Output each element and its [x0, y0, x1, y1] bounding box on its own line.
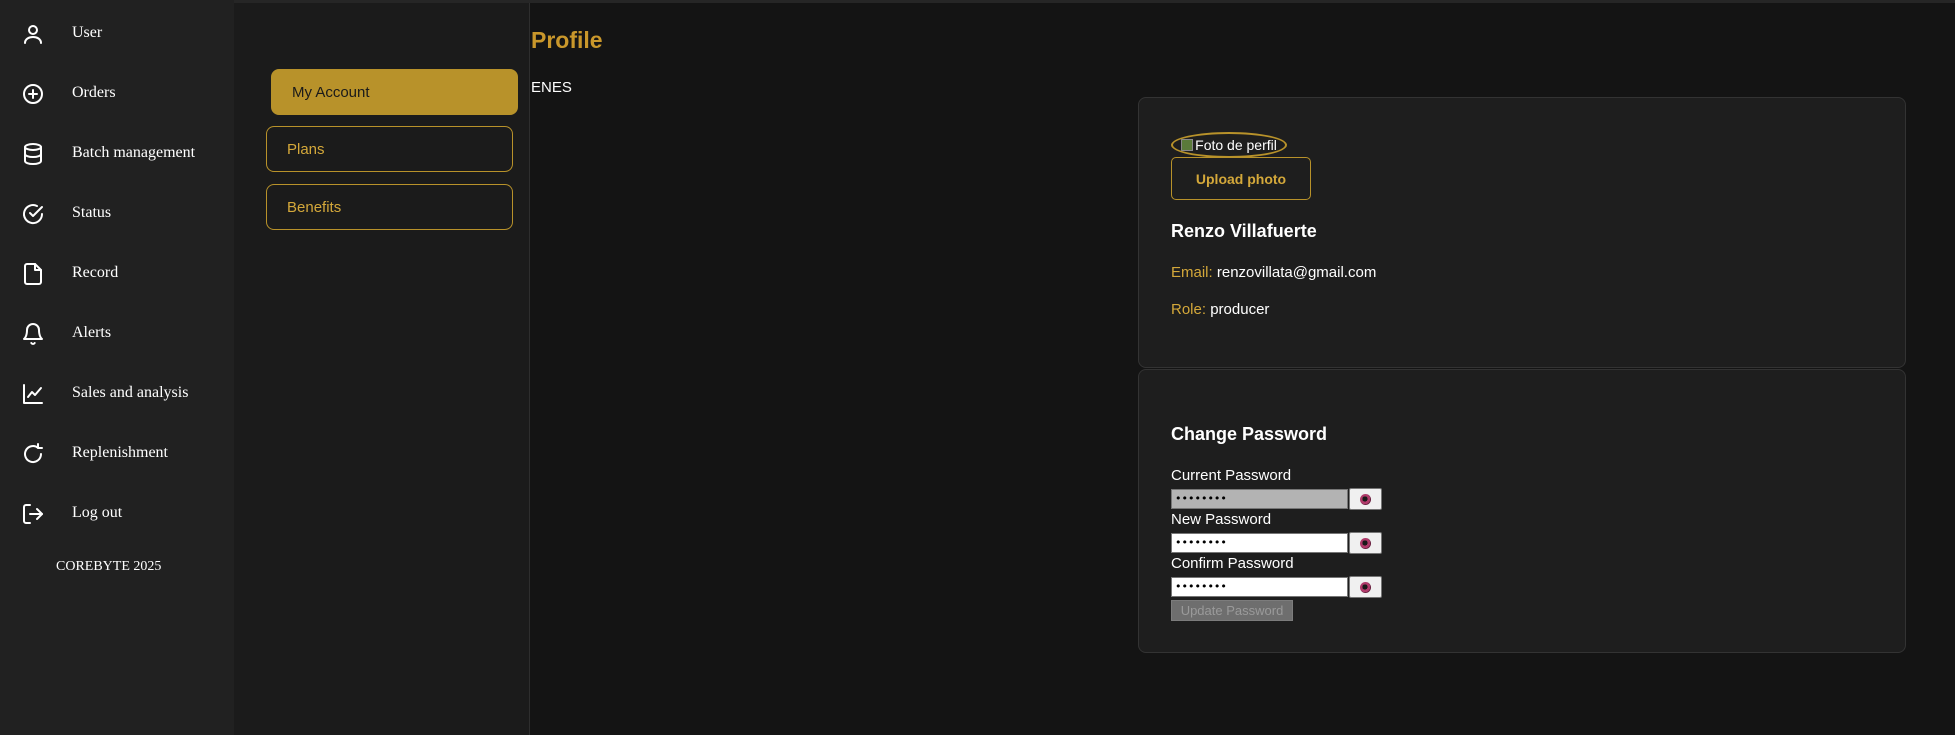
current-password-input[interactable]: ••••••••	[1171, 489, 1348, 509]
sidebar-item-record[interactable]: Record	[0, 251, 234, 295]
avatar: Foto de perfil	[1171, 132, 1287, 158]
sidebar-item-label: Record	[72, 264, 119, 281]
plus-circle-icon	[21, 82, 45, 106]
sidebar-item-label: Log out	[72, 504, 123, 521]
change-password-card: Change Password Current Password •••••••…	[1138, 369, 1906, 653]
toggle-current-password-button[interactable]	[1349, 488, 1382, 510]
sidebar-item-sales-and-analysis[interactable]: Sales and analysis	[0, 371, 234, 415]
sidebar-item-batch-management[interactable]: Batch management	[0, 131, 234, 175]
profile-card: Foto de perfil Upload photo Renzo Villaf…	[1138, 97, 1906, 368]
confirm-password-input[interactable]: ••••••••	[1171, 577, 1348, 597]
sidebar-item-label: Status	[72, 204, 112, 221]
language-toggle[interactable]: ENES	[531, 79, 572, 96]
avatar-alt-text: Foto de perfil	[1195, 137, 1277, 153]
update-password-button[interactable]: Update Password	[1171, 600, 1293, 621]
benefits-button[interactable]: Benefits	[266, 184, 513, 230]
database-icon	[21, 142, 45, 166]
sidebar-item-alerts[interactable]: Alerts	[0, 311, 234, 355]
plans-button[interactable]: Plans	[266, 126, 513, 172]
toggle-confirm-password-button[interactable]	[1349, 576, 1382, 598]
user-icon	[21, 22, 45, 46]
eye-icon	[1360, 537, 1371, 549]
trending-up-icon	[21, 382, 45, 406]
sidebar-item-replenishment[interactable]: Replenishment	[0, 431, 234, 475]
role-label: Role:	[1171, 301, 1207, 318]
refresh-icon	[21, 442, 45, 466]
broken-image-icon	[1181, 139, 1194, 151]
email-value: renzovillata@gmail.com	[1216, 264, 1377, 281]
sidebar-item-label: Replenishment	[72, 444, 168, 461]
role-row: Role: producer	[1171, 301, 1269, 318]
new-password-input[interactable]: ••••••••	[1171, 533, 1348, 553]
bell-icon	[21, 322, 45, 346]
email-row: Email: renzovillata@gmail.com	[1171, 264, 1376, 281]
profile-submenu: My Account Plans Benefits	[234, 0, 530, 735]
sidebar-footer: COREBYTE 2025	[56, 559, 162, 574]
email-label: Email:	[1171, 264, 1213, 281]
sidebar-item-status[interactable]: Status	[0, 191, 234, 235]
sidebar-item-label: Sales and analysis	[72, 384, 189, 401]
sidebar-item-orders[interactable]: Orders	[0, 71, 234, 115]
sidebar-item-label: Batch management	[72, 144, 196, 161]
role-value: producer	[1210, 301, 1270, 318]
sidebar-item-log-out[interactable]: Log out	[0, 491, 234, 535]
sidebar: User Orders Batch management Status Reco…	[0, 0, 234, 735]
sidebar-item-user[interactable]: User	[0, 11, 234, 55]
upload-photo-button[interactable]: Upload photo	[1171, 157, 1311, 200]
sidebar-item-label: Orders	[72, 84, 116, 101]
eye-icon	[1360, 581, 1371, 593]
page-title: Profile	[531, 27, 603, 53]
check-circle-icon	[21, 202, 45, 226]
sidebar-item-label: Alerts	[72, 324, 112, 341]
my-account-button[interactable]: My Account	[271, 69, 518, 115]
sidebar-item-label: User	[72, 24, 103, 41]
eye-icon	[1360, 493, 1371, 505]
confirm-password-label: Confirm Password	[1171, 555, 1294, 572]
user-name: Renzo Villafuerte	[1171, 221, 1317, 241]
current-password-label: Current Password	[1171, 467, 1292, 484]
change-password-title: Change Password	[1171, 424, 1328, 444]
top-border	[234, 0, 1955, 3]
file-icon	[21, 262, 45, 286]
new-password-label: New Password	[1171, 511, 1272, 528]
toggle-new-password-button[interactable]	[1349, 532, 1382, 554]
logout-icon	[21, 502, 45, 526]
